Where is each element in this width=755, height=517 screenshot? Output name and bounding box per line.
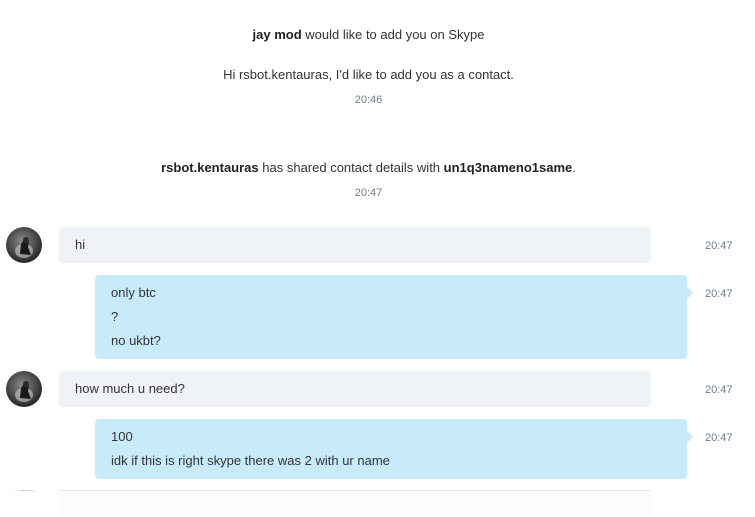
shared-contact-time: 20:47 bbox=[354, 187, 383, 199]
message-bubble-incoming[interactable]: how much u need? bbox=[59, 371, 651, 407]
shared-end-text: . bbox=[572, 160, 576, 175]
message-bubble-outgoing[interactable]: 100 idk if this is right skype there was… bbox=[95, 419, 693, 479]
message-bubble-incoming[interactable] bbox=[59, 490, 651, 517]
message-time: 20:47 bbox=[705, 384, 733, 396]
message-bubble-incoming[interactable]: hi bbox=[59, 227, 651, 263]
message-time: 20:47 bbox=[705, 240, 733, 252]
chat-history: jay mod would like to add you on Skype H… bbox=[0, 0, 755, 517]
message-text: hi bbox=[75, 237, 86, 252]
message-text: idk if this is right skype there was 2 w… bbox=[111, 453, 390, 468]
request-sender-name[interactable]: jay mod bbox=[253, 27, 302, 42]
shared-middle-text: has shared contact details with bbox=[258, 160, 444, 175]
message-bubble-outgoing[interactable]: only btc ? no ukbt? bbox=[95, 275, 693, 359]
contact-request-time: 20:46 bbox=[354, 94, 383, 106]
request-text: would like to add you on Skype bbox=[301, 27, 485, 42]
message-text: only btc bbox=[111, 285, 156, 300]
contact-avatar-icon bbox=[14, 490, 36, 494]
message-text: 100 bbox=[111, 429, 133, 444]
message-text: how much u need? bbox=[75, 381, 185, 396]
shared-from-name[interactable]: rsbot.kentauras bbox=[161, 160, 259, 175]
shared-to-name[interactable]: un1q3nameno1same bbox=[444, 160, 573, 175]
message-text: no ukbt? bbox=[111, 333, 161, 348]
contact-request-header: jay mod would like to add you on Skype bbox=[0, 27, 737, 42]
contact-avatar-icon[interactable] bbox=[6, 227, 42, 263]
contact-avatar-icon[interactable] bbox=[6, 371, 42, 407]
message-text: ? bbox=[111, 309, 119, 324]
shared-contact-notice: rsbot.kentauras has shared contact detai… bbox=[0, 160, 737, 175]
contact-request-message: Hi rsbot.kentauras, I'd like to add you … bbox=[223, 67, 514, 82]
message-time: 20:47 bbox=[705, 432, 733, 444]
message-time: 20:47 bbox=[705, 288, 733, 300]
